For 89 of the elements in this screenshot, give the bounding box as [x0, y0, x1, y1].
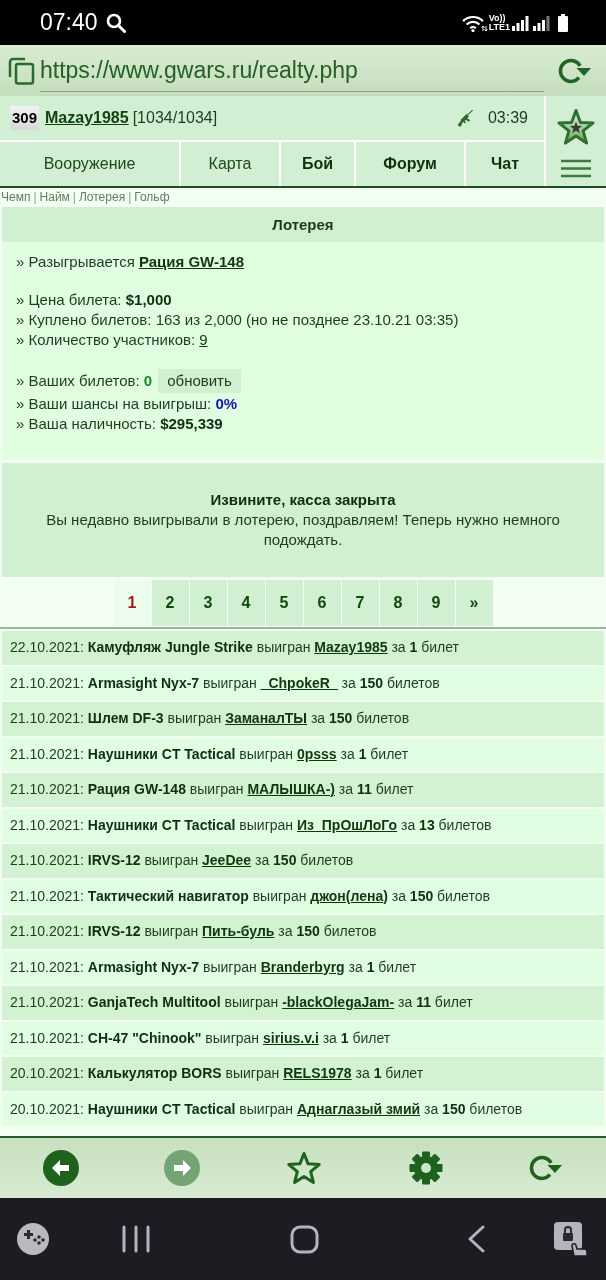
lottery-title: Лотерея — [2, 207, 604, 242]
win-record: 22.10.2021: Камуфляж Jungle Strike выигран Mazay1985 за 1 билет — [2, 631, 604, 665]
search-icon — [105, 12, 126, 33]
page-button[interactable]: 8 — [379, 580, 417, 626]
winner-link[interactable]: Пить-буль — [202, 923, 275, 939]
page-button[interactable]: 9 — [417, 580, 455, 626]
winner-link[interactable]: Аднаглазый змий — [296, 1100, 421, 1117]
winner-link[interactable]: Branderbyrg — [260, 958, 345, 975]
win-record: 21.10.2021: Armasight Nyx-7 выигран Branderbyrg за 1 билет — [2, 950, 604, 984]
win-record: 21.10.2021: CH-47 "Chinook" выигран sirius.v.i за 1 билет — [2, 1021, 604, 1055]
notice-message: Вы недавно выигрывали в лотерею, поздравляем! Теперь нужно немного подождать. — [45, 510, 561, 550]
info-line: » Разыгрывается Рация GW-148 — [16, 252, 245, 272]
info-line: » Ваши шансы на выигрыш: 0% — [16, 394, 239, 414]
back-icon[interactable] — [466, 1225, 486, 1253]
wifi-icon — [460, 13, 488, 32]
lock-touch-icon[interactable] — [554, 1222, 588, 1256]
nav-tab[interactable]: Вооружение — [0, 142, 179, 186]
page-button[interactable]: 6 — [303, 580, 341, 626]
breadcrumb-link[interactable]: Гольф — [134, 190, 170, 204]
win-record: 21.10.2021: GanjaTech Multitool выигран -blackOlegaJam- за 11 билет — [2, 986, 604, 1020]
win-record: 21.10.2021: Тактический навигатор выигран джон(лена) за 150 билетов — [2, 879, 604, 913]
winner-link[interactable]: 0psss — [296, 745, 337, 762]
winner-link[interactable]: Из_ПрОшЛоГо — [296, 816, 398, 833]
page-button[interactable]: » — [455, 580, 493, 626]
separator-text: | — [72, 190, 76, 204]
winner-link[interactable]: JeeDee — [202, 852, 252, 868]
copy-icon[interactable] — [8, 56, 35, 85]
winner-link[interactable]: МАЛЫШКА-) — [247, 781, 335, 797]
page-button[interactable]: 1 — [113, 580, 151, 626]
recents-icon[interactable] — [122, 1225, 150, 1253]
refresh-button[interactable]: обновить — [158, 369, 241, 393]
page-button[interactable]: 4 — [227, 580, 265, 626]
signal-icon — [533, 14, 550, 31]
timer-text: 03:39 — [487, 108, 528, 128]
settings-icon[interactable] — [407, 1150, 444, 1186]
win-record: 20.10.2021: Наушники CT Tactical выигран Аднаглазый змий за 150 билетов — [2, 1092, 604, 1126]
winner-link[interactable]: _ChpokeR_ — [260, 674, 338, 691]
participants-link[interactable]: 9 — [199, 331, 208, 348]
info-line: » Количество участников: 9 — [16, 330, 209, 350]
game-icon[interactable] — [17, 1223, 49, 1255]
nav-tab[interactable]: Чат — [466, 142, 544, 186]
win-record: 20.10.2021: Калькулятор BORS выигран RELS1978 за 1 билет — [2, 1057, 604, 1091]
info-line: » Куплено билетов: 163 из 2,000 (но не позднее 23.10.21 03:35) — [16, 310, 460, 330]
reload-icon[interactable] — [558, 56, 592, 85]
win-record: 21.10.2021: Шлем DF-3 выигран ЗаманалТЫ за 150 билетов — [2, 702, 604, 736]
prize-link[interactable]: Рация GW-148 — [138, 253, 244, 270]
notice-title: Извините, касса закрыта — [209, 490, 397, 510]
star-icon[interactable] — [286, 1150, 322, 1186]
health-text: [1034/1034] — [132, 108, 218, 128]
home-icon[interactable] — [290, 1224, 319, 1254]
page-button[interactable]: 7 — [341, 580, 379, 626]
volte-label: Vo)) — [488, 13, 506, 23]
address-field[interactable]: https://www.gwars.ru/realty.php — [40, 53, 544, 92]
back-icon[interactable] — [42, 1150, 79, 1186]
win-record: 21.10.2021: IRVS-12 выигран JeeDee за 150 билетов — [2, 844, 604, 878]
info-line: » Ваших билетов: 0 — [16, 371, 153, 391]
nav-tab[interactable]: Форум — [356, 142, 464, 186]
info-line: » Цена билета: $1,000 — [16, 290, 173, 310]
win-record: 21.10.2021: Armasight Nyx-7 выигран _ChpokeR_ за 150 билетов — [2, 666, 604, 700]
level-badge: 309 — [10, 106, 40, 130]
separator-text: | — [33, 190, 37, 204]
nav-tab[interactable]: Бой — [281, 142, 354, 186]
winner-link[interactable]: RELS1978 — [283, 1065, 352, 1081]
menu-icon[interactable] — [561, 159, 591, 178]
win-record: 21.10.2021: Наушники CT Tactical выигран Из_ПрОшЛоГо за 13 билетов — [2, 808, 604, 842]
clock-text: 07:40 — [40, 11, 98, 34]
network-label: LTE1 — [488, 22, 510, 32]
signal-icon — [512, 14, 529, 31]
battery-icon — [558, 13, 568, 32]
page-button[interactable]: 3 — [189, 580, 227, 626]
winner-link[interactable]: Mazay1985 — [314, 639, 388, 655]
star-icon[interactable] — [556, 107, 596, 147]
separator-text: | — [128, 190, 132, 204]
page-button[interactable]: 5 — [265, 580, 303, 626]
info-line: » Ваша наличность: $295,339 — [16, 414, 224, 434]
win-record: 21.10.2021: IRVS-12 выигран Пить-буль за 150 билетов — [2, 915, 604, 949]
page-button[interactable]: 2 — [151, 580, 189, 626]
winner-link[interactable]: -blackOlegaJam- — [282, 994, 395, 1010]
win-record: 21.10.2021: Рация GW-148 выигран МАЛЫШКА-) за 11 билет — [2, 773, 604, 807]
breadcrumb-link[interactable]: Найм — [39, 190, 70, 204]
username-link[interactable]: Mazay1985 — [45, 106, 129, 130]
win-record: 21.10.2021: Наушники CT Tactical выигран 0psss за 1 билет — [2, 737, 604, 771]
breadcrumb-link[interactable]: Лотерея — [78, 190, 126, 204]
reload-icon[interactable] — [529, 1154, 564, 1182]
winner-link[interactable]: sirius.v.i — [263, 1029, 319, 1046]
nav-tab[interactable]: Карта — [181, 142, 279, 186]
winner-link[interactable]: джон(лена) — [310, 887, 388, 904]
breadcrumb-link[interactable]: Чемп — [1, 190, 31, 204]
winner-link[interactable]: ЗаманалТЫ — [225, 710, 308, 726]
